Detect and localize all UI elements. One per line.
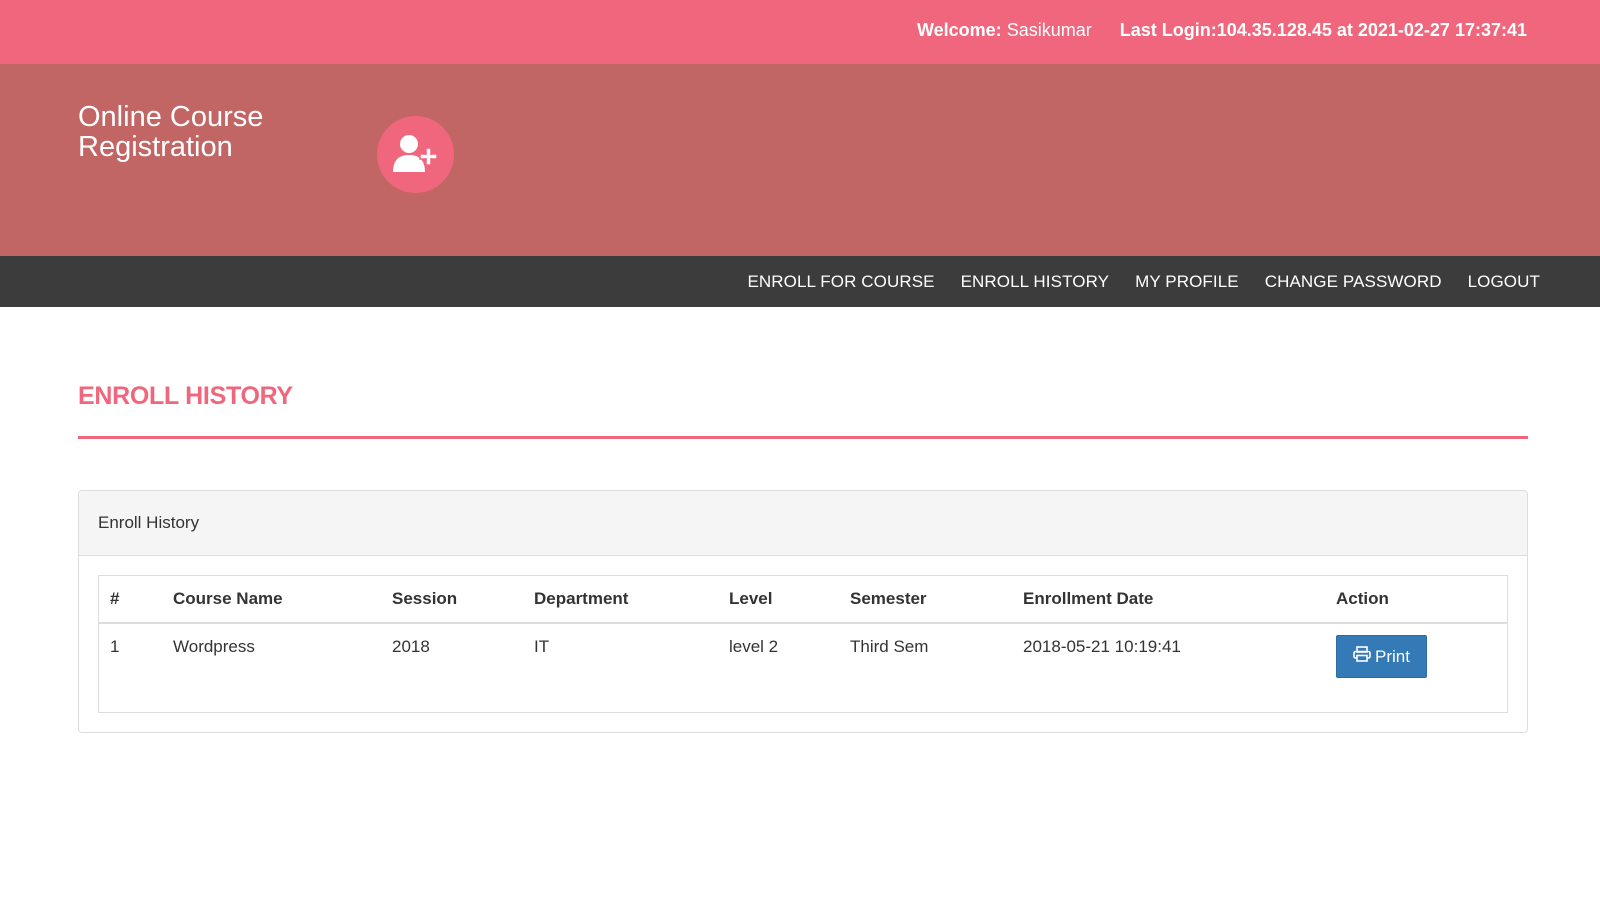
last-login-value: 104.35.128.45 at 2021-02-27 17:37:41 bbox=[1216, 20, 1527, 40]
welcome-user-name: Sasikumar bbox=[1006, 20, 1092, 40]
enroll-history-panel: Enroll History # Course Name Session Dep… bbox=[78, 490, 1528, 733]
cell-department: IT bbox=[534, 637, 550, 656]
nav-menu: ENROLL FOR COURSE ENROLL HISTORY MY PROF… bbox=[721, 256, 1540, 307]
nav-enroll-for-course[interactable]: ENROLL FOR COURSE bbox=[747, 272, 934, 292]
table-header-row: # Course Name Session Department Level S… bbox=[99, 576, 1507, 624]
cell-enrollment-date: 2018-05-21 10:19:41 bbox=[1023, 637, 1181, 656]
cell-session: 2018 bbox=[392, 637, 430, 656]
column-header-semester: Semester bbox=[839, 576, 1012, 624]
printer-icon bbox=[1353, 646, 1375, 667]
title-divider bbox=[78, 436, 1528, 439]
column-header-department: Department bbox=[523, 576, 718, 624]
site-logo-text[interactable]: Online Course Registration bbox=[78, 102, 308, 162]
nav-logout[interactable]: LOGOUT bbox=[1468, 272, 1540, 292]
logo-line-1: Online Course bbox=[78, 101, 264, 133]
print-button-label: Print bbox=[1375, 646, 1410, 666]
last-login-label: Last Login: bbox=[1119, 20, 1217, 40]
print-button[interactable]: Print bbox=[1336, 635, 1427, 678]
site-header: Online Course Registration bbox=[0, 64, 1600, 256]
column-header-enrollment-date: Enrollment Date bbox=[1012, 576, 1325, 624]
column-header-level: Level bbox=[718, 576, 839, 624]
enroll-history-table: # Course Name Session Department Level S… bbox=[99, 576, 1507, 712]
panel-heading: Enroll History bbox=[79, 491, 1527, 556]
welcome-label: Welcome: bbox=[916, 20, 1002, 40]
user-plus-icon[interactable] bbox=[377, 116, 454, 193]
column-header-number: # bbox=[99, 576, 162, 624]
nav-my-profile[interactable]: MY PROFILE bbox=[1135, 272, 1239, 292]
user-info: Welcome: Sasikumar Last Login:104.35.128… bbox=[917, 20, 1527, 41]
column-header-course-name: Course Name bbox=[162, 576, 381, 624]
cell-level: level 2 bbox=[729, 637, 779, 656]
cell-number: 1 bbox=[110, 637, 120, 656]
top-bar: Welcome: Sasikumar Last Login:104.35.128… bbox=[0, 0, 1600, 64]
column-header-session: Session bbox=[381, 576, 523, 624]
cell-semester: Third Sem bbox=[850, 637, 929, 656]
nav-change-password[interactable]: CHANGE PASSWORD bbox=[1265, 272, 1442, 292]
page-title: ENROLL HISTORY bbox=[78, 382, 293, 410]
cell-action: Print bbox=[1325, 623, 1507, 712]
table-row: 1 Wordpress 2018 IT level 2 Third Sem 20… bbox=[99, 623, 1507, 712]
enroll-history-table-wrapper: # Course Name Session Department Level S… bbox=[98, 575, 1508, 713]
cell-course-name: Wordpress bbox=[173, 637, 255, 656]
column-header-action: Action bbox=[1325, 576, 1507, 624]
nav-enroll-history[interactable]: ENROLL HISTORY bbox=[961, 272, 1109, 292]
logo-line-2: Registration bbox=[78, 131, 233, 163]
main-navbar: ENROLL FOR COURSE ENROLL HISTORY MY PROF… bbox=[0, 256, 1600, 307]
